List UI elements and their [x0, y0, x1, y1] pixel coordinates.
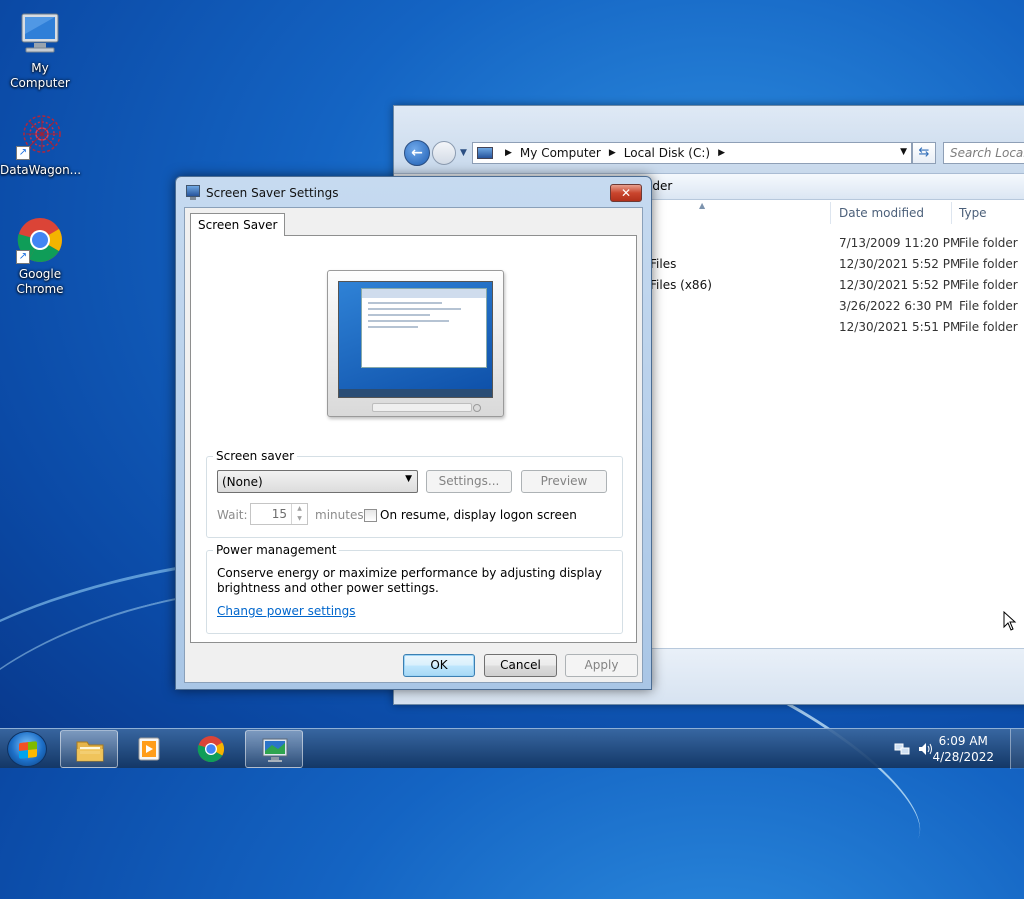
- display-settings-icon: [186, 185, 200, 200]
- shortcut-arrow-icon: ↗: [16, 146, 30, 160]
- start-button[interactable]: [7, 731, 47, 767]
- preview-button[interactable]: Preview: [521, 470, 607, 493]
- clock-date: 4/28/2022: [932, 750, 994, 764]
- show-desktop-button[interactable]: [1010, 729, 1024, 769]
- file-type: File folder: [959, 236, 1018, 250]
- breadcrumb-local-disk[interactable]: Local Disk (C:): [624, 146, 710, 160]
- desktop-icon-label: Google Chrome: [16, 267, 64, 296]
- preview-window-thumbnail: [361, 288, 487, 368]
- media-player-icon: [134, 735, 164, 763]
- network-icon[interactable]: [894, 742, 910, 756]
- breadcrumb-separator-icon: ▶: [608, 148, 616, 158]
- column-header-date-modified[interactable]: Date modified: [839, 206, 924, 220]
- close-button[interactable]: ✕: [610, 184, 642, 202]
- wait-minutes-value: 15: [271, 507, 287, 521]
- resume-logon-label[interactable]: On resume, display logon screen: [380, 508, 577, 522]
- screen-saver-group: Screen saver (None) ▼ Settings... Previe…: [206, 449, 623, 538]
- desktop-icon-my-computer[interactable]: My Computer: [0, 10, 80, 91]
- arrow-left-icon: ←: [411, 145, 423, 161]
- file-date: 12/30/2021 5:52 PM: [839, 257, 961, 271]
- desktop-icon-google-chrome[interactable]: ↗ Google Chrome: [0, 216, 80, 297]
- dialog-title: Screen Saver Settings: [206, 186, 339, 200]
- apply-button[interactable]: Apply: [565, 654, 638, 677]
- wait-minutes-stepper[interactable]: 15 ▲ ▼: [250, 503, 308, 525]
- computer-small-icon: [477, 147, 493, 159]
- screen-saver-preview-monitor: [327, 270, 504, 417]
- wait-label: Wait:: [217, 508, 248, 522]
- sort-ascending-icon: ▲: [699, 201, 706, 210]
- taskbar: 6:09 AM 4/28/2022: [0, 728, 1024, 769]
- settings-button[interactable]: Settings...: [426, 470, 512, 493]
- power-management-description: Conserve energy or maximize performance …: [217, 566, 602, 595]
- group-label-screen-saver: Screen saver: [213, 449, 298, 463]
- resume-logon-checkbox[interactable]: [364, 509, 377, 522]
- taskbar-app-explorer[interactable]: [60, 730, 118, 768]
- explorer-navbar: ← ▼ ▶ My Computer ▶ Local Disk (C:) ▶ ▼ …: [394, 106, 1024, 174]
- chrome-icon: ↗: [16, 216, 64, 264]
- screen-saver-selected-value: (None): [222, 475, 263, 489]
- file-date: 7/13/2009 11:20 PM: [839, 236, 961, 250]
- column-header-type[interactable]: Type: [959, 206, 987, 220]
- power-button-icon: [473, 404, 481, 412]
- close-icon: ✕: [620, 186, 632, 200]
- windows-explorer-icon: [75, 736, 105, 764]
- system-tray: 6:09 AM 4/28/2022: [884, 729, 1024, 769]
- column-divider: [951, 202, 952, 224]
- preview-screen: [338, 281, 493, 398]
- desktop-icon-label: My Computer: [10, 61, 70, 90]
- taskbar-app-screen-saver-settings[interactable]: [245, 730, 303, 768]
- ok-button[interactable]: OK: [403, 654, 475, 677]
- screen-saver-select[interactable]: (None) ▼: [217, 470, 418, 493]
- file-name: Files: [650, 257, 677, 271]
- refresh-icon: ⇆: [918, 145, 930, 160]
- dialog-titlebar[interactable]: Screen Saver Settings ✕: [176, 177, 651, 207]
- system-clock[interactable]: 6:09 AM 4/28/2022: [932, 733, 994, 765]
- monitor-base: [372, 403, 472, 412]
- file-date: 3/26/2022 6:30 PM: [839, 299, 953, 313]
- file-date: 12/30/2021 5:51 PM: [839, 320, 961, 334]
- power-management-group: Power management Conserve energy or maxi…: [206, 543, 623, 634]
- file-type: File folder: [959, 320, 1018, 334]
- taskbar-app-media-player[interactable]: [120, 730, 178, 768]
- new-folder-button[interactable]: lder: [649, 179, 672, 193]
- file-type: File folder: [959, 299, 1018, 313]
- address-bar[interactable]: ▶ My Computer ▶ Local Disk (C:) ▶ ▼: [472, 142, 912, 164]
- taskbar-app-chrome[interactable]: [182, 730, 240, 768]
- chrome-icon: [196, 735, 226, 763]
- file-date: 12/30/2021 5:52 PM: [839, 278, 961, 292]
- datawagon-icon: ↗: [16, 112, 64, 160]
- address-dropdown-icon[interactable]: ▼: [900, 147, 907, 157]
- display-settings-icon: [260, 736, 290, 764]
- screen-saver-settings-dialog[interactable]: Screen Saver Settings ✕ Screen Saver Scr…: [175, 176, 652, 690]
- back-button[interactable]: ←: [404, 140, 430, 166]
- group-label-power-management: Power management: [213, 543, 340, 557]
- forward-button[interactable]: [432, 141, 456, 165]
- change-power-settings-link[interactable]: Change power settings: [217, 604, 356, 618]
- file-type: File folder: [959, 257, 1018, 271]
- tab-panel: Screen saver (None) ▼ Settings... Previe…: [190, 235, 637, 643]
- chevron-down-icon: ▼: [405, 474, 412, 484]
- computer-icon: [16, 10, 64, 58]
- dialog-body: Screen Saver Screen saver (None) ▼ Setti…: [184, 207, 643, 683]
- shortcut-arrow-icon: ↗: [16, 250, 30, 264]
- column-divider: [830, 202, 831, 224]
- breadcrumb-my-computer[interactable]: My Computer: [520, 146, 601, 160]
- clock-time: 6:09 AM: [938, 734, 988, 748]
- cancel-button[interactable]: Cancel: [484, 654, 557, 677]
- desktop-icon-label: DataWagon...: [0, 163, 82, 177]
- refresh-button[interactable]: ⇆: [912, 142, 936, 164]
- tab-screen-saver[interactable]: Screen Saver: [190, 213, 286, 236]
- desktop-icon-datawagon[interactable]: ↗ DataWagon...: [0, 112, 82, 178]
- breadcrumb-separator-icon: ▶: [505, 148, 512, 158]
- file-type: File folder: [959, 278, 1018, 292]
- file-name: Files (x86): [650, 278, 712, 292]
- stepper-arrows-icon[interactable]: ▲ ▼: [291, 504, 307, 524]
- breadcrumb-separator-icon: ▶: [718, 148, 725, 158]
- recent-pages-chevron-icon[interactable]: ▼: [460, 148, 467, 158]
- minutes-label: minutes: [315, 508, 364, 522]
- search-input[interactable]: Search Local D: [943, 142, 1024, 164]
